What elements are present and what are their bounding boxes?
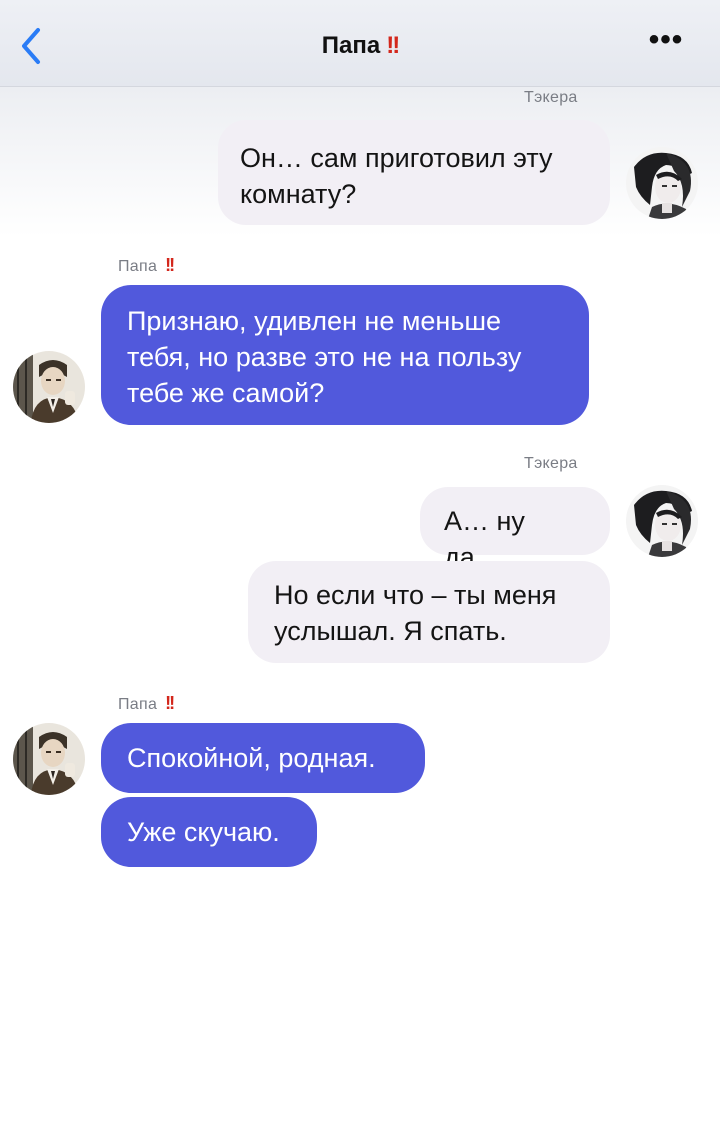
more-options-button[interactable]: ••• (636, 25, 696, 58)
chat-title: Папа!! (0, 32, 720, 60)
message-bubble-outgoing[interactable]: А… ну да… (420, 487, 610, 572)
avatar-papa[interactable] (13, 723, 85, 795)
sender-name: Папа!! (118, 693, 175, 713)
message-bubble-incoming[interactable]: Уже скучаю. (101, 797, 317, 867)
sender-name: Тэкера (524, 455, 578, 472)
double-exclamation-icon: !! (386, 32, 400, 59)
avatar-papa[interactable] (13, 351, 85, 423)
avatar-tekera[interactable] (626, 485, 698, 557)
message-bubble-incoming[interactable]: Спокойной, родная. (101, 723, 425, 793)
message-bubble-incoming[interactable]: Признаю, удивлен не меньше тебя, но разв… (101, 285, 589, 425)
avatar-tekera[interactable] (626, 147, 698, 219)
sender-name: Папа!! (118, 255, 175, 275)
sender-name: Тэкера (524, 89, 578, 106)
double-exclamation-icon: !! (165, 255, 175, 275)
chat-header: Папа!! ••• (0, 0, 720, 87)
chat-title-text: Папа (321, 32, 381, 59)
message-bubble-outgoing[interactable]: Он… сам приготовил эту комнату? (218, 120, 610, 225)
message-bubble-outgoing[interactable]: Но если что – ты меня услышал. Я спать. (248, 561, 610, 663)
double-exclamation-icon: !! (165, 693, 175, 713)
message-list[interactable]: Тэкера Он… сам приготовил эту комнату? П… (0, 87, 720, 1128)
